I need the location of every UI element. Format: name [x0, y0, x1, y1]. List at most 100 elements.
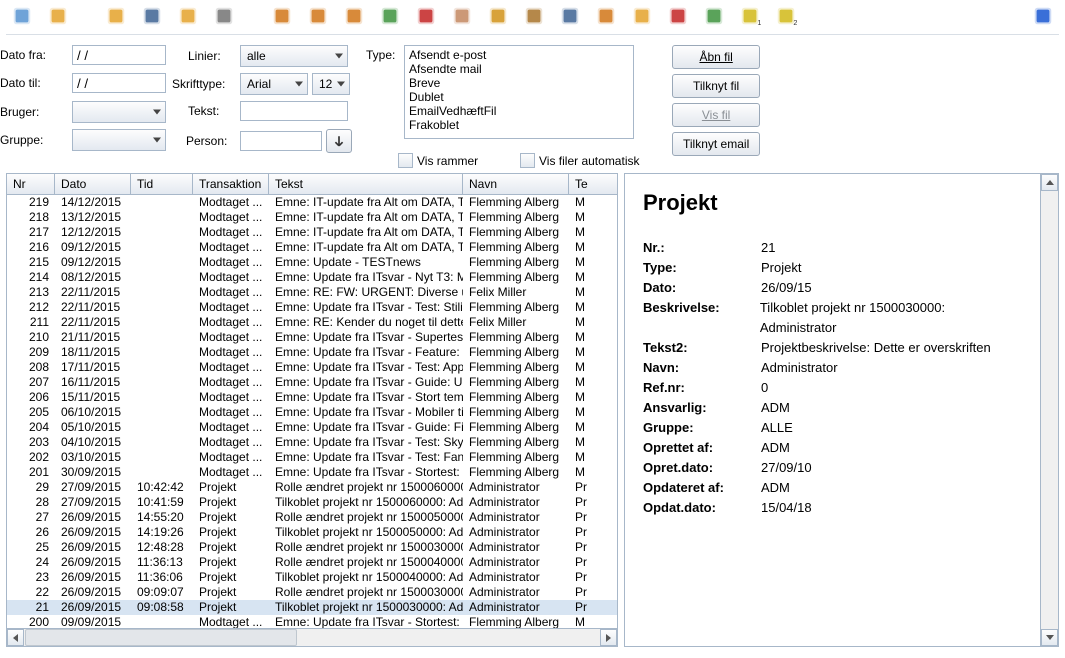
table-row[interactable]: 21408/12/2015Modtaget ...Emne: Update fr…	[7, 270, 617, 285]
cell-tid	[131, 465, 193, 480]
table-row[interactable]: 20009/09/2015Modtaget ...Emne: Update fr…	[7, 615, 617, 628]
table-row[interactable]: 21122/11/2015Modtaget ...Emne: RE: Kende…	[7, 315, 617, 330]
input-tekst[interactable]	[240, 101, 348, 121]
type-option[interactable]: Afsendte mail	[409, 62, 629, 76]
table-row[interactable]: 20716/11/2015Modtaget ...Emne: Update fr…	[7, 375, 617, 390]
check-vis-rammer[interactable]: Vis rammer	[398, 153, 478, 168]
column-header[interactable]: Tid	[131, 174, 193, 194]
transfer-icon[interactable]	[666, 4, 690, 28]
print-icon[interactable]	[212, 4, 236, 28]
table-row[interactable]: 20203/10/2015Modtaget ...Emne: Update fr…	[7, 450, 617, 465]
column-header[interactable]: Nr	[7, 174, 55, 194]
cell-navn: Flemming Alberg	[463, 345, 569, 360]
scroll-thumb[interactable]	[25, 629, 297, 646]
table-row[interactable]: 20506/10/2015Modtaget ...Emne: Update fr…	[7, 405, 617, 420]
trash-icon[interactable]	[140, 4, 164, 28]
table-row[interactable]: 2927/09/201510:42:42ProjektRolle ændret …	[7, 480, 617, 495]
type-listbox[interactable]: Afsendt e-postAfsendte mailBreveDubletEm…	[404, 45, 634, 139]
table-row[interactable]: 21813/12/2015Modtaget ...Emne: IT-update…	[7, 210, 617, 225]
table-row[interactable]: 21609/12/2015Modtaget ...Emne: IT-update…	[7, 240, 617, 255]
table-row[interactable]: 21322/11/2015Modtaget ...Emne: RE: FW: U…	[7, 285, 617, 300]
table-row[interactable]: 2827/09/201510:41:59ProjektTilkoblet pro…	[7, 495, 617, 510]
check-vis-filer[interactable]: Vis filer automatisk	[520, 153, 639, 168]
link-icon[interactable]	[522, 4, 546, 28]
input-dato-til[interactable]	[72, 73, 166, 93]
scroll-down-icon[interactable]	[1041, 629, 1058, 646]
scroll-up-icon[interactable]	[1041, 174, 1058, 191]
combo-bruger[interactable]	[72, 101, 166, 123]
type-option[interactable]: Afsendt e-post	[409, 48, 629, 62]
grid-horizontal-scrollbar[interactable]	[7, 628, 617, 646]
grid-header[interactable]: NrDatoTidTransaktionTekstNavnTe	[7, 174, 617, 195]
type-option[interactable]: EmailVedhæftFil	[409, 104, 629, 118]
column-header[interactable]: Transaktion	[193, 174, 269, 194]
page-new-icon[interactable]	[104, 4, 128, 28]
combo-fontsize[interactable]: 12	[312, 73, 350, 95]
type-option[interactable]: Dublet	[409, 90, 629, 104]
table-row[interactable]: 2226/09/201509:09:07ProjektRolle ændret …	[7, 585, 617, 600]
type-option[interactable]: Breve	[409, 76, 629, 90]
table-row[interactable]: 21712/12/2015Modtaget ...Emne: IT-update…	[7, 225, 617, 240]
open-file-button[interactable]: Åbn fil	[672, 45, 760, 69]
detail-value: 15/04/18	[761, 498, 812, 518]
home-icon[interactable]	[270, 4, 294, 28]
table-row[interactable]: 21509/12/2015Modtaget ...Emne: Update - …	[7, 255, 617, 270]
cell-t: Pr	[569, 480, 597, 495]
detail-value: ADM	[761, 438, 790, 458]
table-row[interactable]: 20615/11/2015Modtaget ...Emne: Update fr…	[7, 390, 617, 405]
scroll-left-icon[interactable]	[7, 629, 24, 646]
chart-line-icon[interactable]	[702, 4, 726, 28]
type-option[interactable]: Frakoblet	[409, 118, 629, 132]
mail-icon[interactable]	[630, 4, 654, 28]
table-row[interactable]: 21222/11/2015Modtaget ...Emne: Update fr…	[7, 300, 617, 315]
document-search-icon[interactable]	[10, 4, 34, 28]
table-row[interactable]: 20130/09/2015Modtaget ...Emne: Update fr…	[7, 465, 617, 480]
table-row[interactable]: 20304/10/2015Modtaget ...Emne: Update fr…	[7, 435, 617, 450]
grid-body[interactable]: 21914/12/2015Modtaget ...Emne: IT-update…	[7, 195, 617, 628]
person-select-button[interactable]	[326, 129, 352, 153]
calculator-icon[interactable]	[558, 4, 582, 28]
table-row[interactable]: 20918/11/2015Modtaget ...Emne: Update fr…	[7, 345, 617, 360]
input-person[interactable]	[240, 131, 322, 151]
detail-row: Tekst2:Projektbeskrivelse: Dette er over…	[643, 338, 1022, 358]
combo-linier[interactable]: alle	[240, 45, 348, 67]
basket-icon[interactable]	[594, 4, 618, 28]
arrow-up-2-icon[interactable]: 2	[774, 4, 798, 28]
folder-icon[interactable]	[176, 4, 200, 28]
column-header[interactable]: Te	[569, 174, 597, 194]
user-icon[interactable]	[306, 4, 330, 28]
table-row[interactable]: 2626/09/201514:19:26ProjektTilkoblet pro…	[7, 525, 617, 540]
cell-t: M	[569, 615, 597, 628]
clipboard-check-icon[interactable]	[450, 4, 474, 28]
users-icon[interactable]	[342, 4, 366, 28]
input-dato-fra[interactable]	[72, 45, 166, 65]
table-row[interactable]: 20405/10/2015Modtaget ...Emne: Update fr…	[7, 420, 617, 435]
scroll-right-icon[interactable]	[600, 629, 617, 646]
cell-tekst: Emne: IT-update fra Alt om DATA, T3...	[269, 240, 463, 255]
combo-gruppe[interactable]	[72, 129, 166, 151]
table-row[interactable]: 21914/12/2015Modtaget ...Emne: IT-update…	[7, 195, 617, 210]
column-header[interactable]: Tekst	[269, 174, 463, 194]
table-row[interactable]: 20817/11/2015Modtaget ...Emne: Update fr…	[7, 360, 617, 375]
attach-email-button[interactable]: Tilknyt email	[672, 132, 760, 156]
table-row[interactable]: 2326/09/201511:36:06ProjektTilkoblet pro…	[7, 570, 617, 585]
attach-file-button[interactable]: Tilknyt fil	[672, 74, 760, 98]
coins-icon[interactable]	[486, 4, 510, 28]
help-icon[interactable]	[1031, 4, 1055, 28]
arrow-up-1-icon[interactable]: 1	[738, 4, 762, 28]
combo-skrifttype[interactable]: Arial	[240, 73, 308, 95]
box-stack-icon[interactable]	[414, 4, 438, 28]
table-row[interactable]: 2426/09/201511:36:13ProjektRolle ændret …	[7, 555, 617, 570]
clipboard-icon[interactable]	[378, 4, 402, 28]
log-grid[interactable]: NrDatoTidTransaktionTekstNavnTe 21914/12…	[6, 173, 618, 647]
show-file-button[interactable]: Vis fil	[672, 103, 760, 127]
table-row[interactable]: 2526/09/201512:48:28ProjektRolle ændret …	[7, 540, 617, 555]
detail-vertical-scrollbar[interactable]	[1040, 174, 1058, 646]
cell-tekst: Emne: IT-update fra Alt om DATA, T3...	[269, 210, 463, 225]
note-edit-icon[interactable]	[46, 4, 70, 28]
column-header[interactable]: Dato	[55, 174, 131, 194]
column-header[interactable]: Navn	[463, 174, 569, 194]
table-row[interactable]: 2126/09/201509:08:58ProjektTilkoblet pro…	[7, 600, 617, 615]
table-row[interactable]: 21021/11/2015Modtaget ...Emne: Update fr…	[7, 330, 617, 345]
table-row[interactable]: 2726/09/201514:55:20ProjektRolle ændret …	[7, 510, 617, 525]
